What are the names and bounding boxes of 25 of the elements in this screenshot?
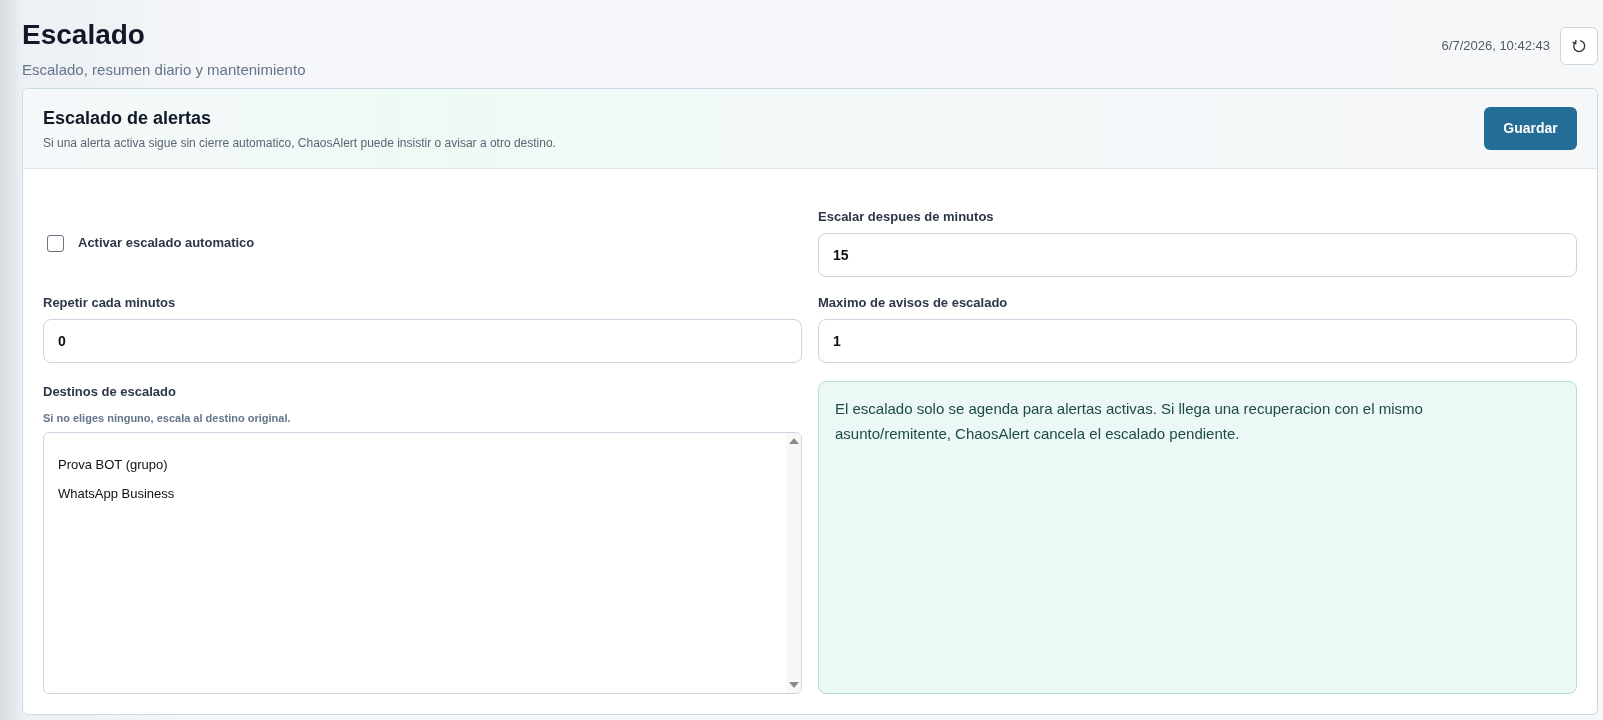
triangle-up-icon[interactable]: [788, 438, 799, 444]
info-text: El escalado solo se agenda para alertas activas. Si llega una recuperacion con el mismo asunto/remitente, ChaosAlert cancela el escalado pendiente.: [835, 399, 1424, 444]
field-label: Destinos de escalado: [43, 384, 177, 400]
scrollbar[interactable]: [786, 433, 801, 693]
card-description: Si una alerta activa sigue sin cierre automatico, ChaosAlert puede insistir o avisar a otro destino.: [43, 135, 556, 151]
list-option[interactable]: WhatsApp Business: [44, 479, 786, 508]
timestamp: 6/7/2026, 10:42:43: [1441, 37, 1550, 56]
number-input[interactable]: 0: [43, 319, 802, 363]
triangle-down-icon[interactable]: [788, 682, 799, 688]
number-input[interactable]: 15: [818, 233, 1577, 277]
field-hint: Si no eliges ninguno, escala al destino original.: [43, 411, 292, 425]
destination-listbox[interactable]: Prova BOT (grupo) WhatsApp Business: [43, 432, 802, 694]
list-option[interactable]: Prova BOT (grupo): [44, 450, 786, 479]
checkbox[interactable]: [47, 234, 64, 252]
save-button[interactable]: Guardar: [1484, 107, 1577, 150]
checkbox-label: Activar escalado automatico: [78, 235, 255, 251]
field-label: Maximo de avisos de escalado: [818, 295, 1009, 311]
page-subtitle: Escalado, resumen diario y mantenimiento: [22, 60, 306, 80]
field-label: Repetir cada minutos: [43, 295, 177, 311]
refresh-button[interactable]: [1560, 27, 1598, 65]
page-title: Escalado: [22, 18, 146, 52]
refresh-icon: [1571, 38, 1587, 54]
field-label: Escalar despues de minutos: [818, 209, 995, 225]
number-input[interactable]: 1: [818, 319, 1577, 363]
card-title: Escalado de alertas: [43, 107, 213, 130]
